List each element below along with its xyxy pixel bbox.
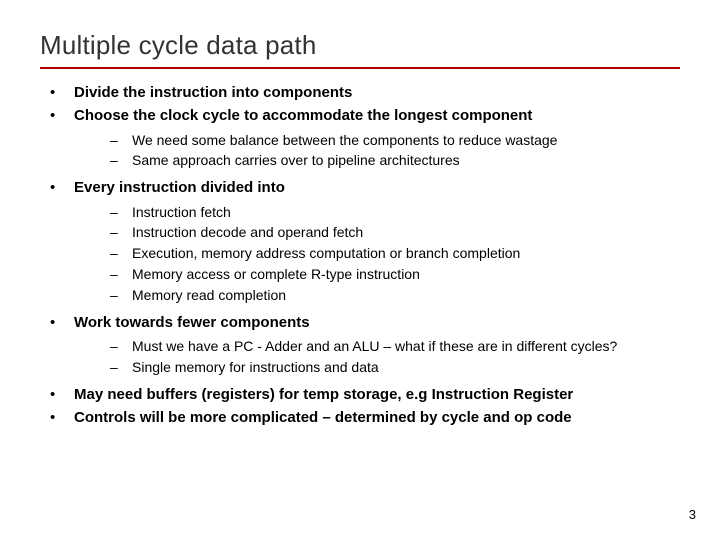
- page-number: 3: [689, 507, 696, 522]
- slide-title: Multiple cycle data path: [40, 30, 680, 61]
- sub-item: Memory access or complete R-type instruc…: [108, 265, 680, 284]
- sub-item: Must we have a PC - Adder and an ALU – w…: [108, 337, 680, 356]
- bullet-text: Every instruction divided into: [74, 179, 285, 196]
- sub-item: Memory read completion: [108, 286, 680, 305]
- bullet-text: May need buffers (registers) for temp st…: [74, 386, 573, 403]
- sub-text: Memory access or complete R-type instruc…: [132, 266, 420, 282]
- sub-text: Memory read completion: [132, 287, 286, 303]
- bullet-item: Divide the instruction into components: [46, 83, 680, 103]
- bullet-text: Work towards fewer components: [74, 314, 310, 331]
- bullet-item: Every instruction divided into Instructi…: [46, 178, 680, 305]
- bullet-text: Choose the clock cycle to accommodate th…: [74, 107, 532, 124]
- sub-item: Single memory for instructions and data: [108, 358, 680, 377]
- bullet-item: Choose the clock cycle to accommodate th…: [46, 106, 680, 170]
- sub-item: Same approach carries over to pipeline a…: [108, 151, 680, 170]
- sub-item: Instruction decode and operand fetch: [108, 223, 680, 242]
- slide: Multiple cycle data path Divide the inst…: [0, 0, 720, 540]
- sub-item: Execution, memory address computation or…: [108, 244, 680, 263]
- bullet-text: Controls will be more complicated – dete…: [74, 409, 572, 426]
- bullet-text: Divide the instruction into components: [74, 84, 352, 101]
- sub-text: Single memory for instructions and data: [132, 359, 379, 375]
- sub-list: We need some balance between the compone…: [74, 131, 680, 171]
- bullet-item: Work towards fewer components Must we ha…: [46, 313, 680, 377]
- sub-list: Must we have a PC - Adder and an ALU – w…: [74, 337, 680, 377]
- sub-item: Instruction fetch: [108, 203, 680, 222]
- sub-text: Execution, memory address computation or…: [132, 245, 520, 261]
- sub-text: Instruction decode and operand fetch: [132, 224, 363, 240]
- title-underline: [40, 67, 680, 69]
- sub-text: Must we have a PC - Adder and an ALU – w…: [132, 338, 617, 354]
- sub-text: Same approach carries over to pipeline a…: [132, 152, 460, 168]
- sub-list: Instruction fetch Instruction decode and…: [74, 203, 680, 305]
- sub-item: We need some balance between the compone…: [108, 131, 680, 150]
- sub-text: We need some balance between the compone…: [132, 132, 557, 148]
- bullet-list: Divide the instruction into components C…: [40, 83, 680, 429]
- bullet-item: Controls will be more complicated – dete…: [46, 408, 680, 428]
- bullet-item: May need buffers (registers) for temp st…: [46, 385, 680, 405]
- sub-text: Instruction fetch: [132, 204, 231, 220]
